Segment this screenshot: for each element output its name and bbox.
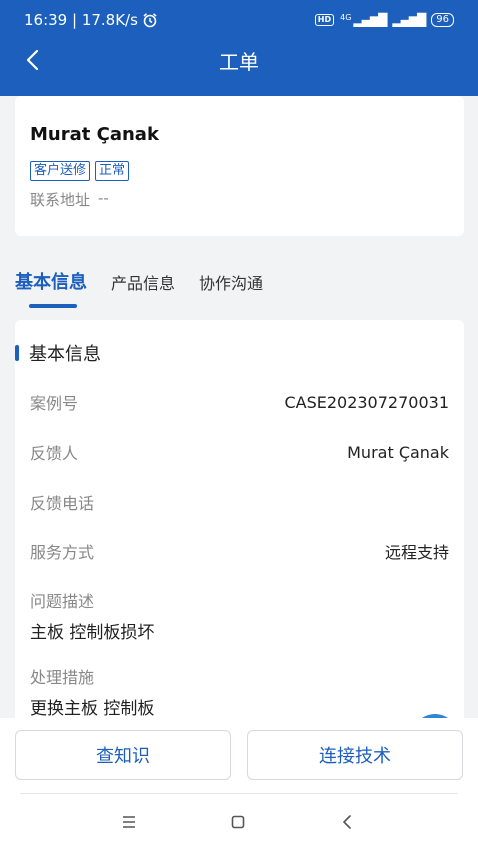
tag-repair-type: 客户送修 (30, 161, 91, 181)
problem-description-label: 问题描述 (30, 592, 95, 611)
measure-label: 处理措施 (30, 668, 95, 687)
hd-icon: HD (314, 14, 335, 26)
feedback-person-label: 反馈人 (30, 444, 79, 463)
case-number-label: 案例号 (30, 394, 79, 413)
service-mode-value: 远程支持 (384, 543, 449, 562)
bottom-action-bar: 查知识 连接技术 (0, 718, 478, 850)
bottom-divider (20, 793, 458, 794)
problem-description-value: 主板 控制板损坏 (30, 623, 155, 643)
customer-card: Murat Çanak 客户送修 正常 联系地址 -- (15, 96, 464, 236)
feedback-person-row: 反馈人 Murat Çanak (30, 440, 449, 464)
feedback-phone-label: 反馈电话 (30, 494, 95, 513)
connect-technician-button[interactable]: 连接技术 (247, 730, 463, 780)
case-number-row: 案例号 CASE202307270031 (30, 390, 449, 414)
status-bar: 16:39 | 17.8K/s HD 4G ▂▄▆█ ▂▄▆█ 96 (0, 0, 478, 40)
tab-collaboration[interactable]: 协作沟通 (199, 264, 263, 310)
section-title: 基本信息 (29, 344, 101, 365)
tag-status: 正常 (95, 161, 130, 181)
feedback-phone-row: 反馈电话 (30, 490, 449, 514)
service-mode-row: 服务方式 远程支持 (30, 539, 449, 563)
network-label: 4G (340, 12, 352, 22)
status-time: 16:39 | 17.8K/s (24, 11, 138, 29)
basic-info-card: 基本信息 案例号 CASE202307270031 反馈人 Murat Çana… (15, 320, 464, 740)
tag-list: 客户送修 正常 (30, 161, 449, 181)
address-row: 联系地址 -- (30, 189, 449, 210)
tab-product-info[interactable]: 产品信息 (111, 264, 175, 310)
signal-icon-2: ▂▄▆█ (392, 13, 426, 27)
home-icon[interactable] (231, 815, 245, 829)
customer-name: Murat Çanak (30, 124, 159, 145)
back-button[interactable] (18, 46, 46, 74)
search-knowledge-button[interactable]: 查知识 (15, 730, 231, 780)
address-label: 联系地址 (30, 191, 91, 209)
measure-block: 处理措施 更换主板 控制板 (30, 664, 449, 719)
signal-icon: ▂▄▆█ (353, 13, 387, 27)
section-accent-bar (15, 345, 19, 361)
back-nav-icon[interactable] (342, 814, 352, 830)
feedback-person-value: Murat Çanak (347, 442, 449, 462)
service-mode-label: 服务方式 (30, 543, 95, 562)
measure-value: 更换主板 控制板 (30, 699, 155, 719)
tab-bar: 基本信息 产品信息 协作沟通 (15, 264, 263, 312)
chevron-left-icon (26, 49, 39, 71)
menu-icon[interactable] (121, 815, 137, 829)
section-header: 基本信息 (15, 340, 101, 366)
case-number-value: CASE202307270031 (284, 392, 449, 412)
battery-icon: 96 (431, 13, 454, 27)
alarm-icon (143, 13, 157, 28)
nav-bar: 工单 (0, 40, 478, 80)
problem-description-block: 问题描述 主板 控制板损坏 (30, 588, 449, 643)
address-value: -- (98, 189, 109, 207)
page-title: 工单 (219, 49, 259, 74)
tab-basic-info[interactable]: 基本信息 (15, 264, 87, 310)
header-background (0, 80, 478, 96)
system-nav-bar (0, 808, 478, 836)
